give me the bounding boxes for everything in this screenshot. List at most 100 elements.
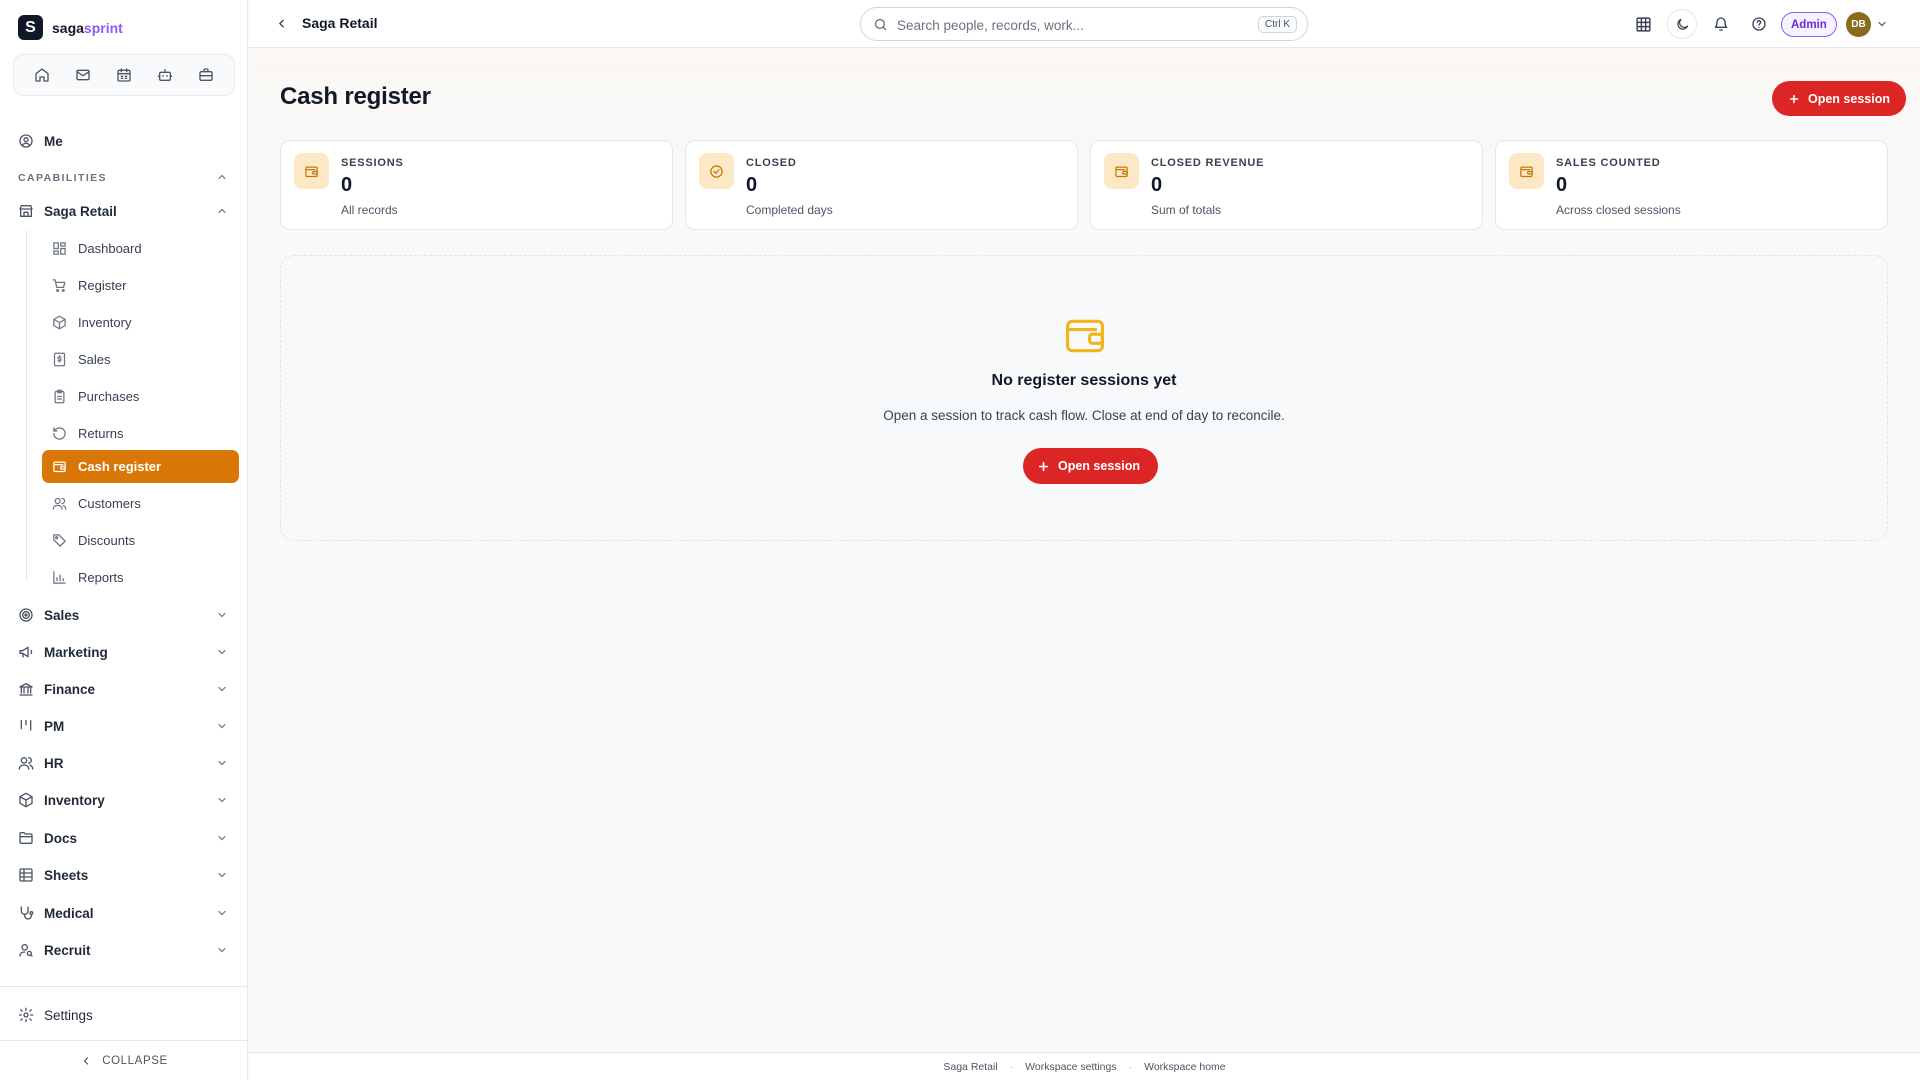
- chevron-down-icon: [216, 609, 228, 621]
- briefcase-icon[interactable]: [189, 60, 223, 90]
- breadcrumb-label: Saga Retail: [302, 15, 378, 31]
- sidebar-item-label: Reports: [78, 570, 124, 585]
- stat-subtitle: Completed days: [746, 203, 833, 217]
- tag-icon: [52, 533, 67, 548]
- stat-subtitle: Across closed sessions: [1556, 203, 1681, 217]
- sidebar-module-finance[interactable]: Finance: [0, 674, 248, 704]
- home-icon[interactable]: [25, 60, 59, 90]
- wallet-icon: [1509, 153, 1544, 189]
- sidebar-item-dashboard[interactable]: Dashboard: [42, 232, 239, 265]
- moon-icon[interactable]: [1667, 9, 1697, 39]
- user-search-icon: [18, 942, 34, 958]
- kanban-icon: [18, 718, 34, 734]
- brand-name-main: saga: [52, 19, 84, 36]
- sidebar-module-hr[interactable]: HR: [0, 748, 248, 778]
- search-input[interactable]: [897, 14, 1227, 36]
- sidebar-nav: Me CAPABILITIES Saga Retail Dashboard Re…: [0, 126, 248, 986]
- sidebar-item-label: Settings: [44, 1008, 93, 1023]
- stat-value: 0: [1151, 174, 1163, 196]
- chevron-down-icon: [216, 757, 228, 769]
- mail-icon[interactable]: [66, 60, 100, 90]
- sidebar-item-me[interactable]: Me: [0, 126, 248, 156]
- sidebar-item-settings[interactable]: Settings: [0, 1000, 248, 1030]
- sidebar-item-label: Me: [44, 133, 63, 149]
- sidebar-item-inventory[interactable]: Inventory: [42, 306, 239, 339]
- page-title: Cash register: [280, 83, 431, 110]
- bell-icon[interactable]: [1706, 10, 1736, 38]
- top-bar: Saga Retail Ctrl K Admin DB: [249, 0, 1920, 48]
- sidebar-item-label: Register: [78, 278, 127, 293]
- sidebar-item-returns[interactable]: Returns: [42, 417, 239, 450]
- footer-link-workspace-settings[interactable]: Workspace settings: [1025, 1061, 1116, 1073]
- open-session-button[interactable]: Open session: [1772, 81, 1906, 116]
- table-icon: [18, 867, 34, 883]
- wallet-icon: [294, 153, 329, 189]
- sidebar-item-label: Marketing: [44, 644, 108, 660]
- chevron-down-icon: [216, 794, 228, 806]
- sidebar-item-register[interactable]: Register: [42, 269, 239, 302]
- avatar[interactable]: DB: [1846, 12, 1871, 37]
- wallet-icon: [1063, 314, 1107, 358]
- stat-card-sales-counted: SALES COUNTED 0 Across closed sessions: [1495, 140, 1888, 230]
- stat-value: 0: [746, 174, 758, 196]
- footer: Saga Retail · Workspace settings · Works…: [249, 1052, 1920, 1080]
- sidebar-module-marketing[interactable]: Marketing: [0, 637, 248, 667]
- sidebar-module-docs[interactable]: Docs: [0, 823, 248, 853]
- apps-grid-icon[interactable]: [1628, 10, 1658, 38]
- help-icon[interactable]: [1744, 10, 1774, 38]
- calendar-icon[interactable]: [107, 60, 141, 90]
- sidebar-item-reports[interactable]: Reports: [42, 561, 239, 594]
- stat-value: 0: [341, 174, 353, 196]
- sidebar-item-sales[interactable]: Sales: [42, 343, 239, 376]
- collapse-label: COLLAPSE: [102, 1054, 168, 1067]
- global-search[interactable]: Ctrl K: [860, 7, 1308, 41]
- dashboard-icon: [52, 241, 67, 256]
- sidebar-item-discounts[interactable]: Discounts: [42, 524, 239, 557]
- sidebar-module-sheets[interactable]: Sheets: [0, 860, 248, 890]
- footer-link-saga-retail[interactable]: Saga Retail: [943, 1061, 997, 1073]
- quick-access-bar: [13, 54, 235, 96]
- stat-caption: SALES COUNTED: [1556, 157, 1661, 169]
- brand[interactable]: S sagasprint: [18, 15, 123, 40]
- sidebar-module-pm[interactable]: PM: [0, 711, 248, 741]
- sidebar-module-sales[interactable]: Sales: [0, 600, 248, 630]
- brand-logo-icon: S: [18, 15, 43, 40]
- bot-icon[interactable]: [148, 60, 182, 90]
- users-icon: [52, 496, 67, 511]
- receipt-icon: [52, 352, 67, 367]
- chevron-down-icon[interactable]: [1876, 18, 1888, 30]
- sidebar-group-saga-retail[interactable]: Saga Retail: [0, 196, 248, 226]
- breadcrumb[interactable]: Saga Retail: [275, 15, 377, 31]
- sidebar-item-label: Inventory: [44, 792, 105, 808]
- search-shortcut: Ctrl K: [1258, 16, 1297, 33]
- sidebar-module-recruit[interactable]: Recruit: [0, 935, 248, 965]
- stat-caption: CLOSED: [746, 157, 797, 169]
- sidebar-item-customers[interactable]: Customers: [42, 487, 239, 520]
- stethoscope-icon: [18, 905, 34, 921]
- sidebar-item-label: Docs: [44, 830, 78, 846]
- stat-card-sessions: SESSIONS 0 All records: [280, 140, 673, 230]
- chevron-left-icon[interactable]: [275, 17, 288, 30]
- chevron-down-icon: [216, 869, 228, 881]
- box-icon: [18, 792, 34, 808]
- sidebar-module-medical[interactable]: Medical: [0, 898, 248, 928]
- chevron-down-icon: [216, 907, 228, 919]
- admin-badge[interactable]: Admin: [1781, 12, 1837, 37]
- chevron-up-icon[interactable]: [216, 171, 228, 183]
- sidebar-module-inventory[interactable]: Inventory: [0, 785, 248, 815]
- empty-state-title: No register sessions yet: [991, 372, 1177, 389]
- sidebar-item-purchases[interactable]: Purchases: [42, 380, 239, 413]
- search-icon: [873, 17, 888, 32]
- user-circle-icon: [18, 133, 34, 149]
- collapse-button[interactable]: COLLAPSE: [0, 1040, 248, 1080]
- empty-open-session-button[interactable]: Open session: [1023, 448, 1158, 484]
- chevron-down-icon: [216, 720, 228, 732]
- chevron-down-icon: [216, 646, 228, 658]
- footer-link-workspace-home[interactable]: Workspace home: [1144, 1061, 1226, 1073]
- sidebar-item-cash-register[interactable]: Cash register: [42, 450, 239, 483]
- chevron-down-icon: [216, 832, 228, 844]
- stat-caption: CLOSED REVENUE: [1151, 157, 1265, 169]
- wallet-icon: [1104, 153, 1139, 189]
- cart-icon: [52, 278, 67, 293]
- sidebar-item-label: Recruit: [44, 942, 91, 958]
